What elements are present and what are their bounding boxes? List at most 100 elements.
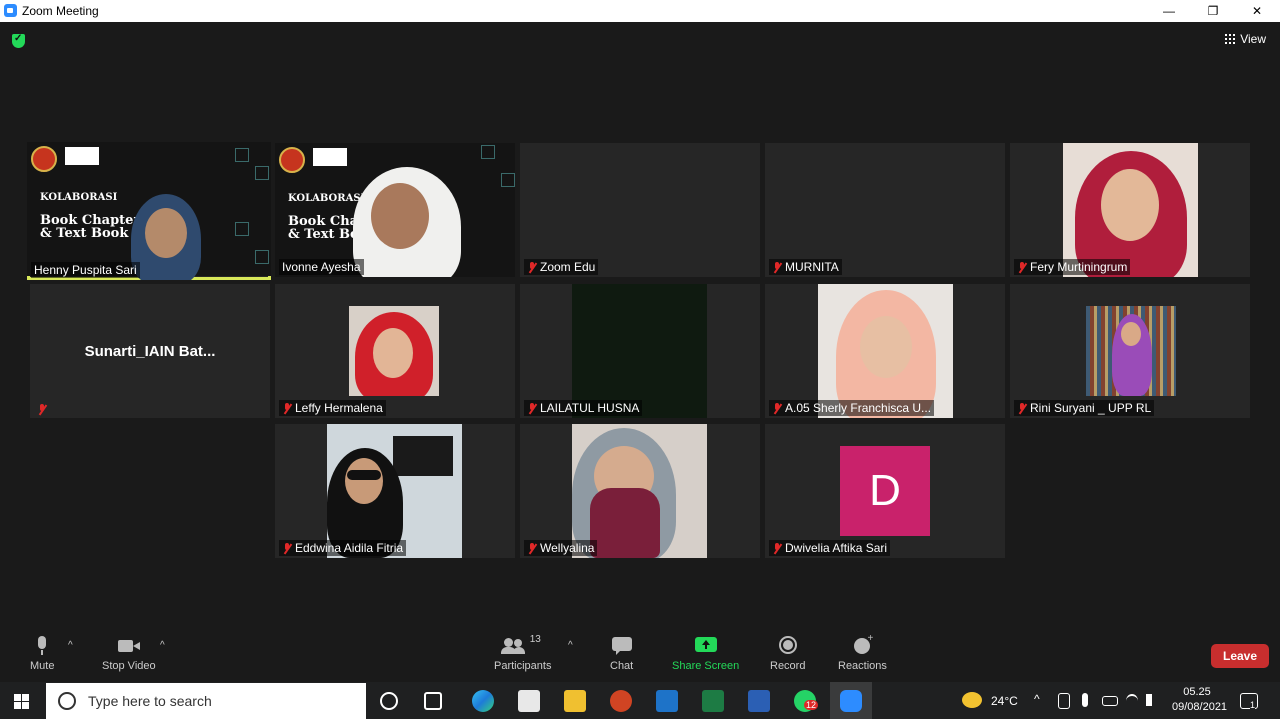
banner-line2: & Text Book	[40, 226, 129, 241]
microphone-tray-icon[interactable]	[1082, 693, 1088, 707]
video-tile[interactable]: KOLABORASI Book Chapter & Text Book Ivonn…	[275, 143, 515, 277]
banner-title: KOLABORASI	[40, 192, 118, 203]
speaker-icon[interactable]	[1146, 694, 1162, 706]
video-tile[interactable]: Fery Murtiningrum	[1010, 143, 1250, 277]
clock-date: 09/08/2021	[1172, 701, 1228, 713]
mic-muted-icon	[282, 402, 292, 414]
temperature: 24°C	[991, 694, 1018, 708]
video-tile[interactable]: Leffy Hermalena	[275, 284, 515, 418]
banner-subtitle: Book Chapter & Text Book	[40, 214, 140, 240]
system-clock[interactable]: 05.25 09/08/2021	[1172, 685, 1228, 715]
audio-options-caret-icon[interactable]: ^	[68, 640, 73, 651]
mic-muted-icon	[527, 261, 537, 273]
microsoft-store-icon[interactable]	[518, 690, 540, 712]
word-icon[interactable]	[748, 690, 770, 712]
whatsapp-icon[interactable]: 12	[794, 690, 819, 712]
cube-icon	[235, 148, 249, 162]
view-button[interactable]: View	[1225, 32, 1266, 46]
excel-icon[interactable]	[702, 690, 724, 712]
taskbar-search-box[interactable]: Type here to search	[46, 683, 366, 719]
mail-icon[interactable]	[656, 690, 678, 712]
record-label: Record	[770, 660, 806, 672]
university-seal-icon	[279, 147, 305, 173]
participant-video	[1086, 306, 1176, 396]
mic-muted-icon	[1017, 402, 1027, 414]
cube-icon	[255, 166, 269, 180]
windows-taskbar: Type here to search 12 24°C ^ 05.25 09/0…	[0, 682, 1280, 719]
video-tile[interactable]: Rini Suryani _ UPP RL	[1010, 284, 1250, 418]
participant-face	[1121, 322, 1141, 346]
participant-avatar: D	[840, 446, 930, 536]
encryption-shield-icon[interactable]	[12, 33, 25, 48]
windows-start-icon[interactable]	[14, 694, 29, 709]
grid-view-icon	[1225, 34, 1236, 44]
participants-options-caret-icon[interactable]: ^	[568, 640, 573, 651]
file-explorer-icon[interactable]	[564, 690, 586, 712]
share-screen-button[interactable]: Share Screen	[672, 636, 739, 672]
participant-face	[371, 183, 429, 249]
mic-muted-icon	[527, 542, 537, 554]
participant-name: Eddwina Aidila Fitria	[279, 540, 407, 556]
mic-muted-icon	[282, 542, 292, 554]
mute-button[interactable]: Mute	[30, 636, 54, 672]
record-button[interactable]: Record	[770, 636, 805, 672]
stop-video-button[interactable]: Stop Video	[102, 636, 156, 672]
chat-bubble-icon	[611, 636, 633, 656]
video-tile[interactable]: LAILATUL HUSNA	[520, 284, 760, 418]
show-hidden-icons-chevron-icon[interactable]: ^	[1034, 692, 1040, 706]
mic-muted-icon	[772, 542, 782, 554]
battery-icon[interactable]	[1102, 696, 1118, 706]
zoom-taskbar-button[interactable]	[830, 682, 872, 719]
video-tile[interactable]: Zoom Edu	[520, 143, 760, 277]
minimize-button[interactable]: —	[1146, 0, 1192, 22]
notification-icon[interactable]: 1	[1240, 693, 1258, 710]
search-placeholder: Type here to search	[88, 693, 212, 709]
participant-name: Fery Murtiningrum	[1014, 259, 1131, 275]
chat-button[interactable]: Chat	[610, 636, 633, 672]
participant-name: LAILATUL HUSNA	[524, 400, 643, 416]
record-icon	[777, 636, 799, 656]
reactions-button[interactable]: + Reactions	[838, 633, 887, 672]
leave-button[interactable]: Leave	[1211, 644, 1269, 668]
smiley-plus-icon: +	[851, 633, 873, 656]
cube-icon	[235, 222, 249, 236]
close-button[interactable]: ✕	[1234, 0, 1280, 22]
cube-icon	[255, 250, 269, 264]
mute-label: Mute	[30, 660, 55, 672]
powerpoint-icon[interactable]	[610, 690, 632, 712]
video-tile[interactable]: KOLABORASI Book Chapter & Text Book Henny…	[27, 142, 271, 280]
participant-name: Henny Puspita Sari	[31, 262, 140, 278]
participant-video	[572, 424, 707, 558]
video-tile[interactable]: D Dwivelia Aftika Sari	[765, 424, 1005, 558]
video-tile[interactable]: Sunarti_IAIN Bat...	[30, 284, 270, 418]
edge-browser-icon[interactable]	[472, 690, 494, 712]
window-titlebar: Zoom Meeting — ❐ ✕	[0, 0, 1280, 22]
video-options-caret-icon[interactable]: ^	[160, 640, 165, 651]
task-view-icon[interactable]	[424, 692, 442, 710]
video-tile[interactable]: Wellyalina	[520, 424, 760, 558]
participant-display-name: Sunarti_IAIN Bat...	[84, 342, 216, 360]
restore-button[interactable]: ❐	[1190, 0, 1236, 22]
participants-count: 13	[529, 634, 541, 645]
cortana-icon[interactable]	[380, 692, 398, 710]
participant-video	[1063, 143, 1198, 277]
participant-video	[327, 424, 462, 558]
wifi-icon[interactable]	[1126, 694, 1138, 708]
participant-face	[1101, 169, 1159, 241]
participant-name: Rini Suryani _ UPP RL	[1014, 400, 1155, 416]
meet-now-icon[interactable]	[1058, 693, 1070, 709]
participant-video	[349, 306, 439, 396]
publisher-logo	[313, 148, 347, 166]
window-title: Zoom Meeting	[22, 4, 99, 18]
view-label: View	[1240, 32, 1266, 46]
participant-name: Dwivelia Aftika Sari	[769, 540, 891, 556]
weather-icon[interactable]	[962, 692, 982, 708]
video-tile[interactable]: A.05 Sherly Franchisca U...	[765, 284, 1005, 418]
video-tile[interactable]: Eddwina Aidila Fitria	[275, 424, 515, 558]
participant-face	[145, 208, 187, 258]
participants-button[interactable]: 13 Participants	[494, 634, 551, 672]
participant-name: Leffy Hermalena	[279, 400, 386, 416]
mic-muted-icon	[772, 402, 782, 414]
video-tile[interactable]: MURNITA	[765, 143, 1005, 277]
share-screen-label: Share Screen	[672, 660, 740, 672]
